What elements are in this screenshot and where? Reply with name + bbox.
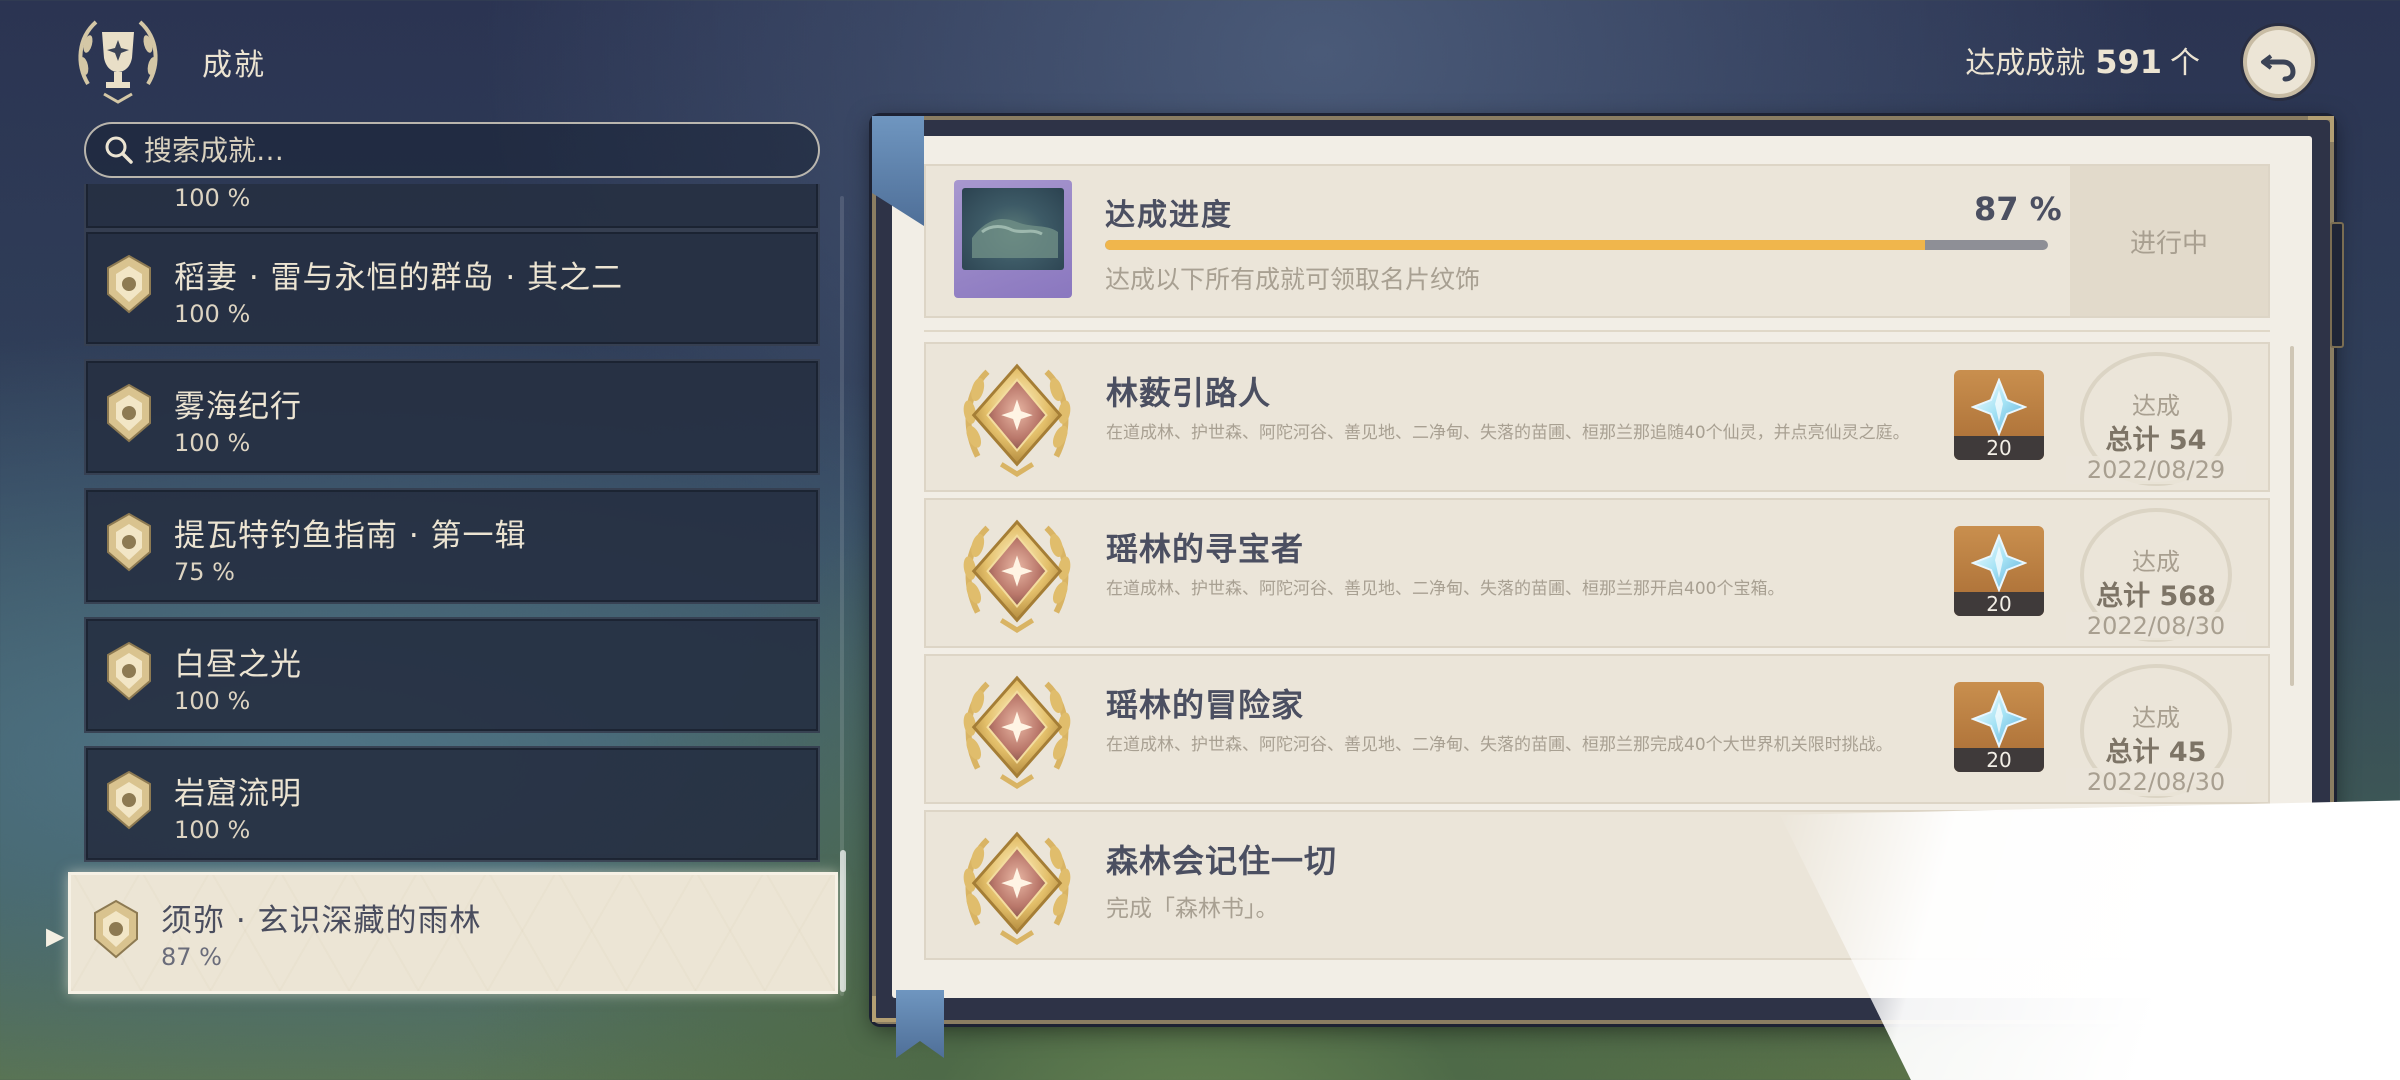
category-percent: 87 % [161,943,222,971]
achievement-title: 瑶林的冒险家 [1106,686,1305,724]
back-button[interactable] [2243,26,2315,98]
achievement-row[interactable]: 瑶林的寻宝者 在道成林、护世森、阿陀河谷、善见地、二净甸、失落的苗圃、桓那兰那开… [924,498,2270,648]
category-item-selected[interactable]: 须弥 · 玄识深藏的雨林 87 % [68,872,838,994]
achievement-total: 达成成就 591 个 [1965,38,2200,82]
progress-bar-fill [1105,240,1926,250]
reward-quantity: 20 [1954,436,2044,460]
book-tab [2330,222,2344,348]
progress-status: 进行中 [2070,166,2268,316]
category-item[interactable]: 稻妻 · 雷与永恒的群岛 · 其之二 100 % [84,230,820,346]
progress-percent: 87 % [1974,190,2062,228]
completed-stamp: 达成 总计 54 2022/08/29 [2066,352,2246,486]
total-unit: 个 [2170,46,2200,81]
page-title: 成就 [202,48,266,83]
category-name: 岩窟流明 [174,776,302,812]
category-scrollbar-thumb[interactable] [840,850,846,992]
stamp-date: 2022/08/30 [2066,612,2246,640]
search-icon [105,136,133,164]
total-label: 达成成就 [1965,46,2086,81]
category-item-partial[interactable]: 100 % [84,184,820,230]
category-emblem-icon [104,383,154,443]
achievement-title: 瑶林的寻宝者 [1106,530,1305,568]
stamp-status: 达成 [2132,548,2180,576]
category-item[interactable]: 雾海纪行 100 % [84,359,820,475]
completed-stamp: 达成 总计 568 2022/08/30 [2066,508,2246,642]
category-name: 稻妻 · 雷与永恒的群岛 · 其之二 [174,260,624,296]
stamp-total: 总计 568 [2096,581,2216,612]
stamp-status: 达成 [2132,704,2180,732]
primogem-icon [1971,690,2027,748]
achievement-row[interactable]: 森林会记住一切 完成「森林书」。 [924,810,2270,960]
achievement-title: 林薮引路人 [1106,374,1272,412]
category-percent: 100 % [174,429,251,457]
reward-item[interactable]: 20 [1954,526,2044,616]
selected-indicator-icon: ▶ [46,922,65,950]
back-arrow-icon [2261,54,2296,82]
total-count: 591 [2095,43,2162,81]
category-percent: 100 % [174,816,251,844]
category-item[interactable]: 提瓦特钓鱼指南 · 第一辑 75 % [84,488,820,604]
category-emblem-icon [104,254,154,314]
achievement-medal-icon [958,826,1076,948]
achievement-medal-icon [958,670,1076,792]
progress-bar [1105,240,2048,250]
achievement-title: 森林会记住一切 [1106,842,1338,880]
trophy-emblem-icon [78,20,158,104]
category-emblem-icon [104,512,154,572]
search-bar[interactable] [84,122,820,178]
achievement-medal-icon [958,514,1076,636]
search-input[interactable] [144,133,784,167]
bookmark-ribbon [896,990,944,1058]
stamp-total: 总计 54 [2105,425,2207,456]
progress-title: 达成进度 [1105,198,1233,233]
category-item[interactable]: 白昼之光 100 % [84,617,820,733]
achievement-scrollbar[interactable] [2290,346,2294,686]
achievement-medal-icon [958,358,1076,480]
category-name: 提瓦特钓鱼指南 · 第一辑 [174,518,527,554]
primogem-icon [1971,378,2027,436]
reward-item[interactable]: 20 [1954,370,2044,460]
category-item[interactable]: 岩窟流明 100 % [84,746,820,862]
achievement-row[interactable]: 瑶林的冒险家 在道成林、护世森、阿陀河谷、善见地、二净甸、失落的苗圃、桓那兰那完… [924,654,2270,804]
completed-stamp: 达成 总计 45 2022/08/30 [2066,664,2246,798]
achievement-description: 完成「森林书」。 [1106,896,1279,922]
namecard-reward[interactable] [954,180,1072,298]
achievement-description: 在道成林、护世森、阿陀河谷、善见地、二净甸、失落的苗圃、桓那兰那开启400个宝箱… [1106,579,1785,599]
frame-corner [872,996,898,1022]
category-percent: 100 % [174,300,251,328]
achievement-description: 在道成林、护世森、阿陀河谷、善见地、二净甸、失落的苗圃、桓那兰那完成40个大世界… [1106,735,1893,755]
category-name: 须弥 · 玄识深藏的雨林 [161,903,482,939]
category-percent: 75 % [174,558,235,586]
reward-quantity: 20 [1954,592,2044,616]
category-percent: 100 % [174,184,251,212]
category-emblem-icon [104,770,154,830]
progress-description: 达成以下所有成就可领取名片纹饰 [1105,265,1481,294]
stamp-status: 达成 [2132,392,2180,420]
category-name: 雾海纪行 [174,389,302,425]
stamp-date: 2022/08/30 [2066,768,2246,796]
namecard-image [962,188,1064,270]
divider [924,330,2270,332]
reward-item[interactable]: 20 [1954,682,2044,772]
stamp-date: 2022/08/29 [2066,456,2246,484]
achievement-row[interactable]: 林薮引路人 在道成林、护世森、阿陀河谷、善见地、二净甸、失落的苗圃、桓那兰那追随… [924,342,2270,492]
stamp-total: 总计 45 [2105,737,2207,768]
category-name: 白昼之光 [174,647,302,683]
achievement-description: 在道成林、护世森、阿陀河谷、善见地、二净甸、失落的苗圃、桓那兰那追随40个仙灵，… [1106,423,1910,443]
reward-quantity: 20 [1954,748,2044,772]
category-percent: 100 % [174,687,251,715]
category-emblem-icon [91,899,141,959]
category-emblem-icon [104,641,154,701]
primogem-icon [1971,534,2027,592]
